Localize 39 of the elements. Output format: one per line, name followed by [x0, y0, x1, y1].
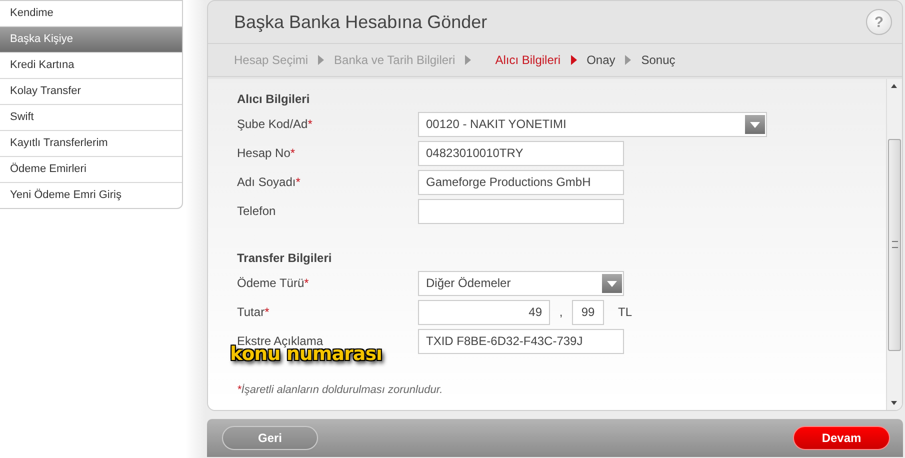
field-label: Tutar*: [237, 305, 270, 319]
sidebar-item[interactable]: Kolay Transfer: [0, 79, 182, 105]
step-label: Hesap Seçimi: [234, 53, 308, 67]
scrollbar[interactable]: [886, 79, 902, 410]
input-field[interactable]: [418, 198, 624, 224]
sidebar-item[interactable]: Başka Kişiye: [0, 27, 182, 53]
field-label: Ödeme Türü*: [237, 276, 310, 290]
scroll-thumb[interactable]: [888, 138, 901, 350]
field-label: Telefon: [237, 204, 277, 218]
dropdown[interactable]: 00120 - NAKIT YONETIMI: [418, 112, 767, 136]
amount-field[interactable]: 49: [418, 300, 550, 324]
sidebar-item[interactable]: Swift: [0, 105, 182, 131]
arrow-icon: [570, 55, 577, 65]
arrow-icon: [318, 55, 324, 65]
sidebar-item[interactable]: Yeni Ödeme Emri Giriş: [0, 183, 182, 208]
step-label: Banka ve Tarih Bilgileri: [334, 53, 456, 67]
continue-button[interactable]: Devam: [793, 426, 890, 450]
cents-field[interactable]: 99: [572, 300, 604, 324]
field-label: Adı Soyadı*: [237, 175, 302, 189]
step-label: Onay: [586, 53, 616, 67]
currency-label: TL: [618, 305, 632, 319]
input-field[interactable]: 04823010010TRY: [418, 140, 624, 166]
step-label: Sonuç: [641, 53, 676, 67]
arrow-icon: [465, 55, 472, 65]
section-title: Alıcı Bilgileri: [237, 92, 311, 106]
section-title: Transfer Bilgileri: [237, 251, 333, 265]
dropdown[interactable]: Diğer Ödemeler: [418, 270, 624, 296]
arrow-icon: [625, 55, 632, 65]
field-label: Şube Kod/Ad*: [237, 117, 314, 131]
footnote: *İşaretli alanların doldurulması zorunludur.: [237, 384, 444, 396]
page-title: Başka Banka Hesabına Gönder: [234, 12, 488, 32]
step-label: Alıcı Bilgileri: [495, 53, 561, 67]
sidebar-item[interactable]: Ödeme Emirleri: [0, 157, 182, 183]
field-label: Hesap No*: [237, 146, 296, 160]
input-field[interactable]: TXID F8BE-6D32-F43C-739J: [418, 328, 624, 354]
sidebar-item[interactable]: Kredi Kartına: [0, 53, 182, 79]
decimal-separator: ,: [558, 305, 564, 319]
sidebar-item[interactable]: Kayıtlı Transferlerim: [0, 131, 182, 157]
input-field[interactable]: Gameforge Productions GmbH: [418, 170, 624, 194]
